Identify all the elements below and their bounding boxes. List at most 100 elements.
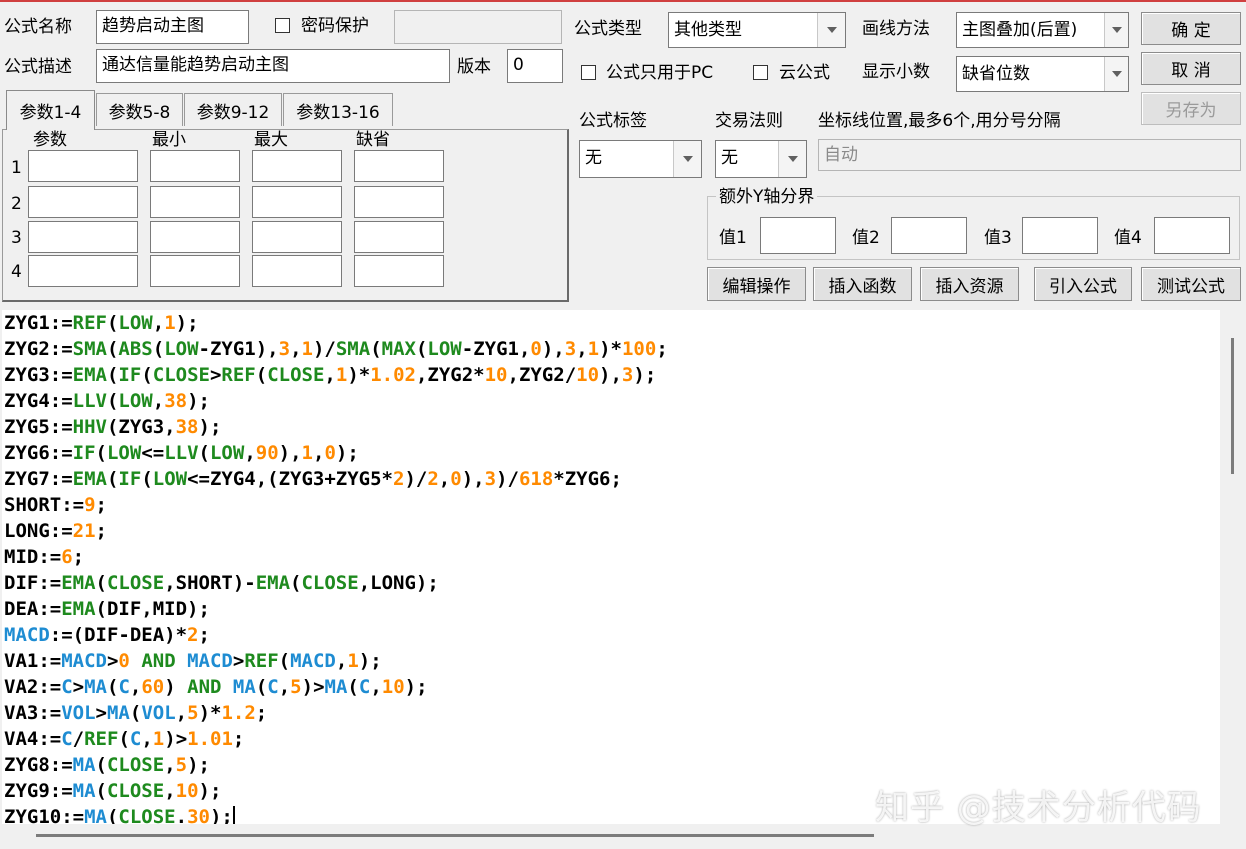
vertical-scroll-thumb[interactable]	[1231, 338, 1234, 474]
code-token: SMA	[335, 338, 371, 360]
param-row-label: 1	[11, 158, 22, 178]
code-token: MA	[324, 676, 348, 698]
pc-only-checkbox[interactable]	[581, 65, 596, 80]
code-token: (	[198, 442, 210, 464]
tab-params-1-4[interactable]: 参数1-4	[6, 90, 95, 130]
import-formula-button[interactable]: 引入公式	[1034, 267, 1132, 301]
param-1-max-input[interactable]	[252, 150, 342, 182]
code-token: EMA	[72, 468, 107, 490]
tab-params-9-12[interactable]: 参数9-12	[184, 93, 282, 126]
insert-function-button[interactable]: 插入函数	[813, 267, 912, 301]
code-token: EMA	[61, 598, 96, 620]
code-token: 1.01	[187, 728, 233, 750]
code-token: 1	[301, 442, 313, 464]
code-line: VA3:=VOL>MA(VOL,5)*1.2;	[4, 700, 1220, 726]
code-token: HHV	[72, 416, 107, 438]
code-token: ,	[175, 702, 188, 724]
edit-operations-button[interactable]: 编辑操作	[707, 267, 806, 301]
chevron-down-icon[interactable]	[673, 141, 701, 177]
password-checkbox[interactable]	[275, 18, 290, 33]
code-token: -ZYG1),	[198, 338, 279, 360]
code-token: (	[255, 364, 268, 386]
param-4-max-input[interactable]	[252, 255, 342, 287]
code-line: VA4:=C/REF(C,1)>1.01;	[4, 726, 1220, 752]
param-2-max-input[interactable]	[252, 186, 342, 218]
code-token: REF	[84, 728, 119, 750]
insert-resource-button[interactable]: 插入资源	[920, 267, 1019, 301]
decimals-select[interactable]: 缺省位数	[956, 56, 1129, 92]
code-editor[interactable]: ZYG1:=REF(LOW,1); ZYG2:=SMA(ABS(LOW-ZYG1)…	[2, 310, 1220, 824]
code-token: C	[129, 728, 142, 750]
code-token: );	[335, 442, 359, 464]
formula-tag-select[interactable]: 无	[579, 140, 702, 178]
param-1-name-input[interactable]	[28, 150, 138, 182]
code-token: ,	[141, 728, 153, 750]
param-col-name: 参数	[33, 130, 67, 150]
value4-input[interactable]	[1154, 217, 1230, 254]
code-token: ,	[164, 754, 176, 776]
code-token: ZYG5:=	[4, 416, 73, 438]
code-token: IF	[118, 468, 142, 490]
param-4-name-input[interactable]	[28, 255, 138, 287]
code-token: <=	[141, 442, 165, 464]
code-token: SMA	[72, 338, 107, 360]
param-1-default-input[interactable]	[354, 150, 444, 182]
test-formula-button[interactable]: 测试公式	[1141, 267, 1241, 301]
code-token: REF	[244, 650, 279, 672]
code-token: CLOSE	[118, 806, 176, 824]
param-2-default-input[interactable]	[354, 186, 444, 218]
code-token: (	[107, 676, 119, 698]
coord-line-input[interactable]: 自动	[818, 139, 1241, 171]
formula-type-select[interactable]: 其他类型	[668, 12, 846, 48]
value1-input[interactable]	[760, 217, 836, 254]
chevron-down-icon[interactable]	[778, 141, 806, 177]
chevron-down-icon[interactable]	[817, 13, 845, 47]
version-input[interactable]: 0	[507, 49, 563, 83]
code-token: ZYG7:=	[4, 468, 73, 490]
param-3-default-input[interactable]	[354, 221, 444, 253]
save-as-button[interactable]: 另存为	[1141, 92, 1241, 125]
chevron-down-icon[interactable]	[1104, 57, 1128, 91]
code-token: )/	[496, 468, 519, 490]
code-token: ;	[198, 624, 210, 646]
ok-button[interactable]: 确 定	[1141, 12, 1241, 45]
param-3-max-input[interactable]	[252, 221, 342, 253]
param-1-min-input[interactable]	[150, 150, 240, 182]
cancel-button[interactable]: 取 消	[1141, 52, 1241, 85]
formula-name-input[interactable]: 趋势启动主图	[96, 10, 249, 44]
code-token: >	[106, 650, 119, 672]
password-label: 密码保护	[301, 16, 369, 36]
param-2-min-input[interactable]	[150, 186, 240, 218]
param-col-default: 缺省	[356, 130, 390, 150]
trade-rule-select[interactable]: 无	[715, 140, 807, 178]
param-3-min-input[interactable]	[150, 221, 240, 253]
value2-input[interactable]	[891, 217, 967, 254]
code-token: VA1:=	[4, 650, 62, 672]
password-input[interactable]	[394, 10, 562, 44]
code-token: (	[370, 338, 382, 360]
chevron-down-icon[interactable]	[1104, 13, 1128, 47]
param-4-min-input[interactable]	[150, 255, 240, 287]
param-col-min: 最小	[152, 130, 186, 150]
cloud-checkbox[interactable]	[753, 65, 768, 80]
param-row-label: 4	[11, 262, 22, 282]
code-token: 618	[518, 468, 554, 490]
tab-params-13-16[interactable]: 参数13-16	[283, 93, 393, 126]
code-token: )/	[404, 468, 428, 490]
code-token: C	[267, 676, 279, 698]
horizontal-scroll-thumb[interactable]	[36, 834, 874, 837]
code-token: LLV	[72, 390, 107, 412]
param-3-name-input[interactable]	[28, 221, 138, 253]
code-token: 1	[152, 728, 165, 750]
tab-params-5-8[interactable]: 参数5-8	[96, 93, 183, 126]
formula-desc-input[interactable]: 通达信量能趋势启动主图	[96, 49, 450, 83]
formula-desc-label: 公式描述	[4, 57, 72, 77]
code-token: (	[106, 338, 119, 360]
value3-input[interactable]	[1022, 217, 1098, 254]
param-2-name-input[interactable]	[28, 186, 138, 218]
draw-method-select[interactable]: 主图叠加(后置)	[956, 12, 1129, 48]
code-token: MACD	[187, 650, 233, 672]
code-token: (	[106, 312, 119, 334]
param-4-default-input[interactable]	[354, 255, 444, 287]
code-token: MID:=	[4, 546, 62, 568]
